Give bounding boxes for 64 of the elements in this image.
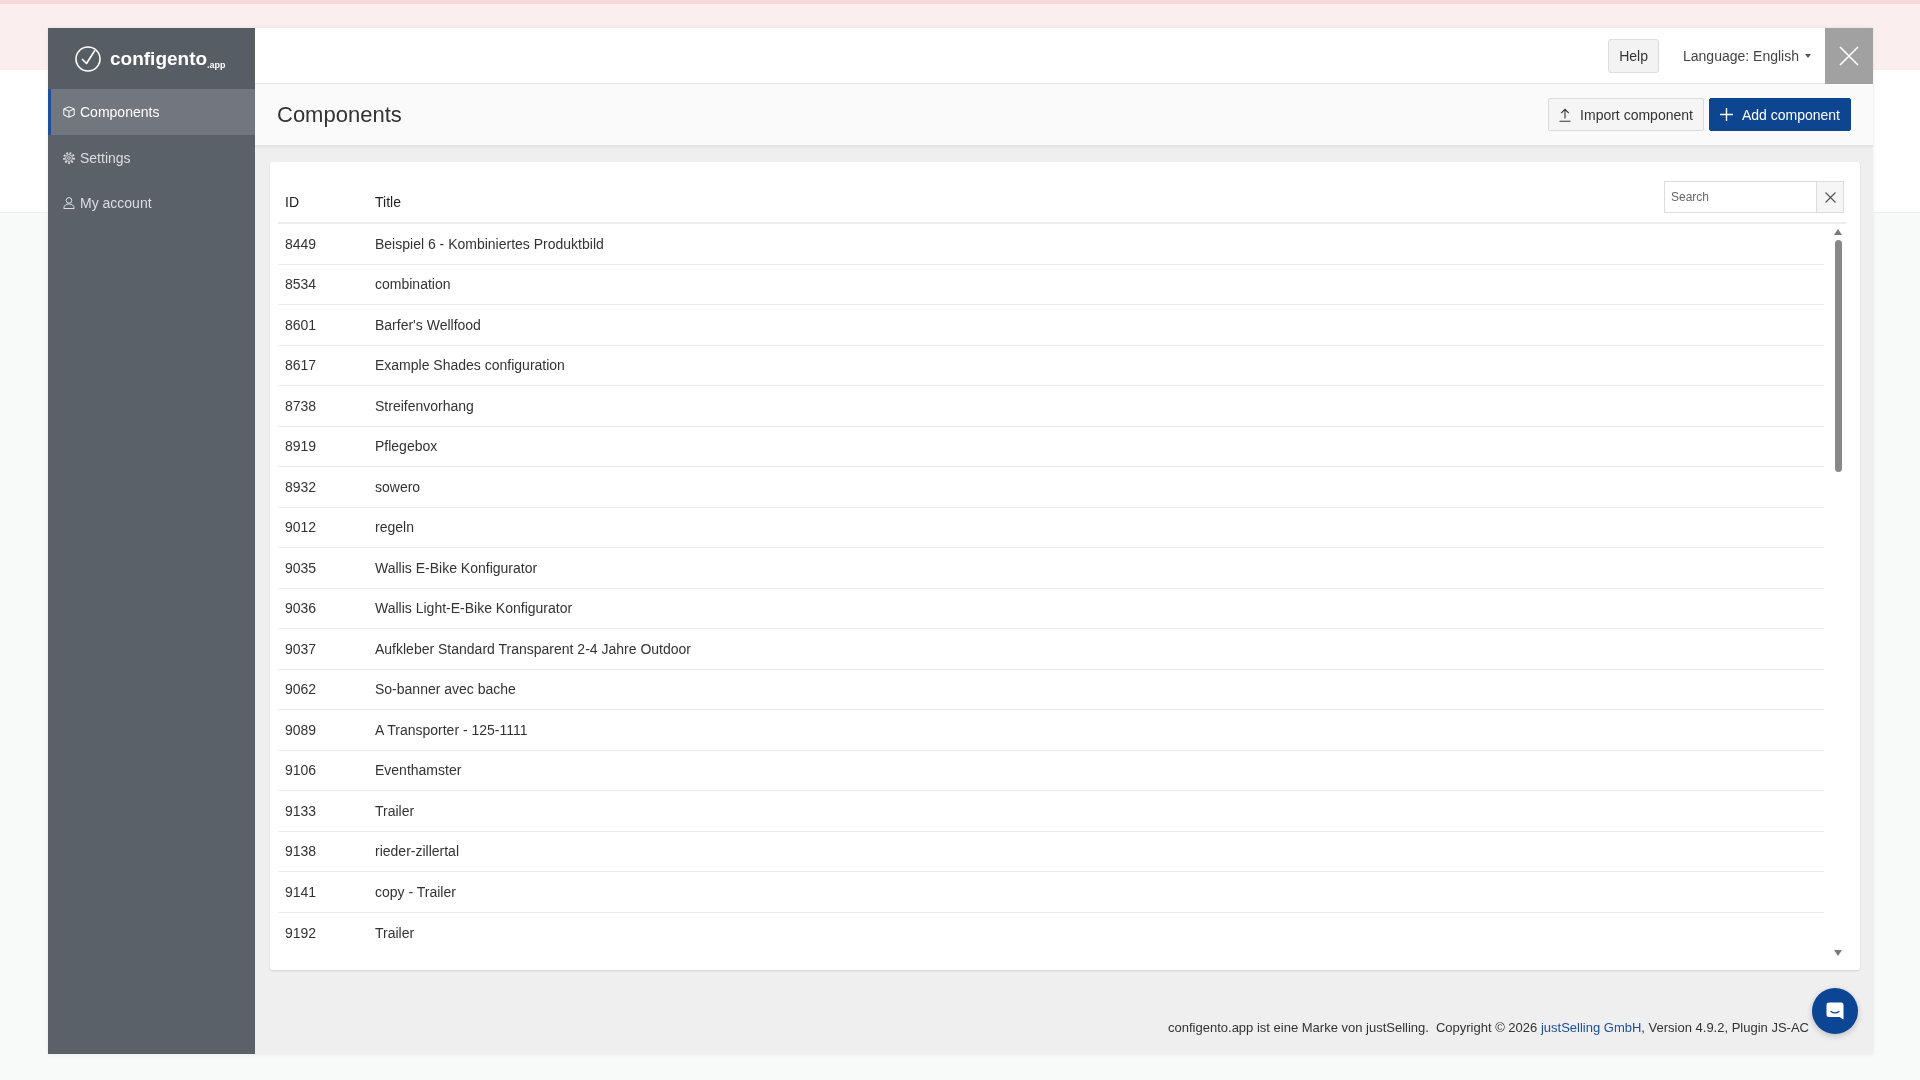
table-cell: Beispiel 6 - Kombiniertes Produktbild [375,235,604,252]
column-header: Title [375,193,402,210]
table-cell: Wallis Light-E-Bike Konfigurator [375,600,573,617]
sidebar-item[interactable]: Settings [48,135,255,180]
page-title: Components [277,101,402,128]
plus-icon [1719,108,1733,121]
table-cell: Streifenvorhang [375,397,474,414]
table-cell: Trailer [375,802,415,819]
table-cell-text: 8449 [284,235,318,252]
table-cell: copy - Trailer [375,883,456,900]
table-cell-text: 8932 [284,478,318,495]
table-cell: combination [375,276,451,293]
table-cell-text: 9141 [284,883,318,900]
import-button[interactable]: Import component [1548,98,1704,131]
table-cell: sowero [375,478,421,495]
table-cell-text: 8534 [284,276,318,293]
table-cell-text: 8617 [284,357,318,374]
add-button[interactable]: Add component [1708,98,1851,131]
table-cell: A Transporter - 125-1111 [375,721,528,738]
table-cell: Barfer's Wellfood [375,316,481,333]
table-cell: Eventhamster [375,762,462,779]
upload-icon [1559,107,1572,122]
sidebar-item[interactable]: Components [48,89,255,135]
table-cell: Trailer [375,924,415,941]
trademark-text: configento.app ist eine Marke von justSelling. [1168,1020,1429,1035]
copyright-text: Copyright © 2026 justSelling GmbH, Version 4.9.2, Plugin JS-AC [1435,1020,1809,1035]
logo-check-icon [75,45,101,72]
chat-icon [1825,1001,1845,1021]
table-cell-text: 9012 [284,519,318,536]
clear-search-button[interactable] [1816,181,1844,213]
cube-icon [63,106,75,118]
user-icon [63,196,75,209]
scroll-up-icon[interactable] [1834,229,1842,235]
table-cell-text: 9036 [284,600,318,617]
table-cell: Pflegebox [375,438,438,455]
sidebar-item[interactable]: My account [48,180,255,225]
help-button[interactable]: Help [1608,38,1659,73]
language-menu[interactable]: Language: English [1671,47,1823,64]
table-cell-text: 8919 [284,438,318,455]
table-cell-text: 9106 [284,762,318,779]
table-cell-text: 9138 [284,843,318,860]
caret-icon [1805,53,1811,58]
table-cell: rieder-zillertal [375,843,460,860]
table-cell: So-banner avec bache [375,681,516,698]
logo-text: configento$_{.app}$ [110,47,226,70]
table-cell-text: 9035 [284,559,318,576]
table-cell: Wallis E-Bike Konfigurator [375,559,538,576]
table-cell-text: 9089 [284,721,318,738]
gear-icon [63,151,75,164]
table-cell-text: 9133 [284,802,318,819]
table-cell-text: 9037 [284,640,318,657]
table-cell: Aufkleber Standard Transparent 2-4 Jahre Outdoor [375,640,691,657]
search-field[interactable]: Search [1664,181,1816,213]
table-cell-text: 9062 [284,681,318,698]
table-cell-text: 9192 [284,924,318,941]
close-icon [1824,191,1836,203]
table-cell: regeln [375,519,414,536]
scroll-down-icon[interactable] [1834,950,1842,956]
column-header: ID [284,193,300,210]
scrollbar-thumb[interactable] [1834,240,1842,472]
table-cell-text: 8601 [284,316,318,333]
table-cell-text: 8738 [284,397,318,414]
close-icon [1839,46,1859,66]
table-cell: Example Shades configuration [375,357,565,374]
